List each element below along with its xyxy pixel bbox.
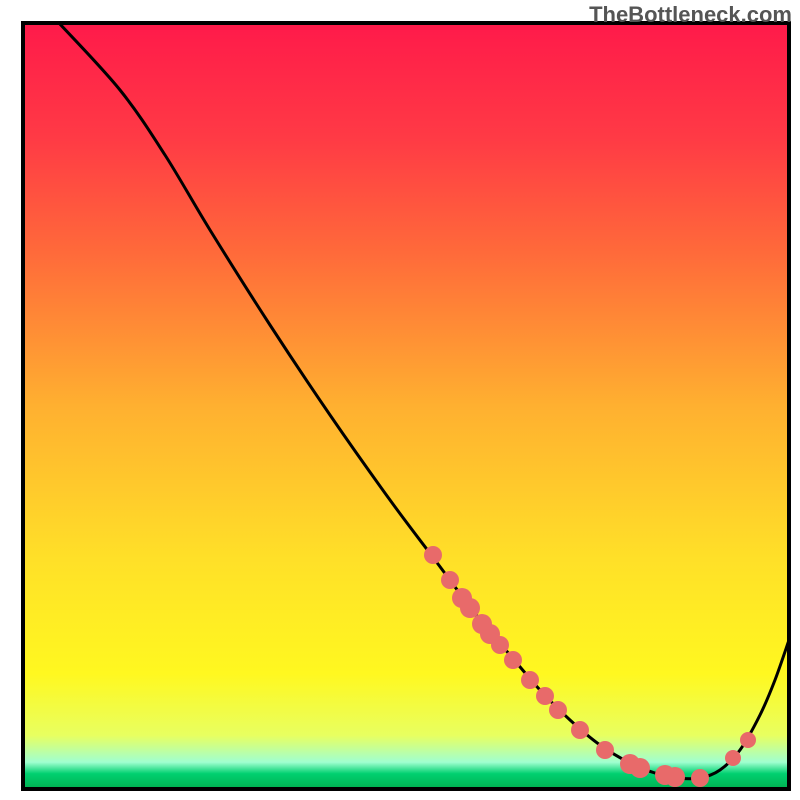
plot-background-gradient	[23, 23, 789, 789]
scatter-point	[504, 651, 522, 669]
scatter-point	[740, 732, 756, 748]
scatter-point	[725, 750, 741, 766]
scatter-point	[491, 636, 509, 654]
scatter-point	[441, 571, 459, 589]
scatter-point	[630, 758, 650, 778]
scatter-point	[424, 546, 442, 564]
scatter-point	[521, 671, 539, 689]
scatter-point	[665, 767, 685, 787]
scatter-point	[691, 769, 709, 787]
scatter-point	[536, 687, 554, 705]
chart-container: TheBottleneck.com	[0, 0, 800, 800]
scatter-point	[460, 598, 480, 618]
scatter-point	[571, 721, 589, 739]
scatter-point	[549, 701, 567, 719]
scatter-point	[596, 741, 614, 759]
chart-svg	[0, 0, 800, 800]
watermark-text: TheBottleneck.com	[589, 2, 792, 28]
